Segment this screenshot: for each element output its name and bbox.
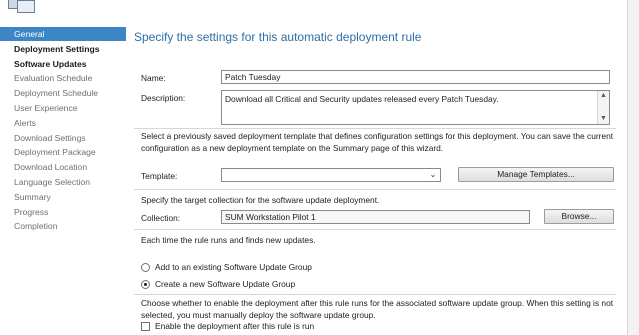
computers-icon	[6, 0, 36, 14]
radio-existing-group-label[interactable]: Add to an existing Software Update Group	[155, 262, 312, 272]
nav-item-alerts[interactable]: Alerts	[0, 116, 126, 130]
nav-item-general[interactable]: General	[0, 27, 126, 41]
nav-item-progress[interactable]: Progress	[0, 205, 126, 219]
enable-description: Choose whether to enable the deployment …	[141, 298, 614, 320]
enable-deployment-checkbox[interactable]	[141, 322, 150, 331]
rule-runs-text: Each time the rule runs and finds new up…	[141, 235, 316, 245]
name-label: Name:	[141, 73, 166, 83]
description-scrollbar[interactable]: ▲ ▼	[597, 91, 609, 124]
divider	[134, 128, 616, 129]
radio-existing-group[interactable]	[141, 263, 150, 272]
nav-item-completion[interactable]: Completion	[0, 219, 126, 233]
collection-description: Specify the target collection for the so…	[141, 195, 380, 205]
template-label: Template:	[141, 171, 178, 181]
template-dropdown[interactable]: ⌄	[221, 168, 441, 182]
chevron-down-icon[interactable]: ⌄	[428, 169, 438, 181]
divider	[134, 229, 616, 230]
manage-templates-button[interactable]: Manage Templates...	[458, 167, 614, 182]
nav-item-deployment-settings[interactable]: Deployment Settings	[0, 42, 126, 56]
radio-new-group-label[interactable]: Create a new Software Update Group	[155, 279, 295, 289]
nav-item-evaluation-schedule[interactable]: Evaluation Schedule	[0, 71, 126, 85]
nav-item-deployment-schedule[interactable]: Deployment Schedule	[0, 86, 126, 100]
wizard-nav: General Deployment Settings Software Updat…	[0, 27, 126, 335]
collection-field: SUM Workstation Pilot 1	[221, 210, 530, 224]
nav-item-download-location[interactable]: Download Location	[0, 160, 126, 174]
wizard-header	[0, 0, 639, 18]
template-selected-value	[222, 170, 225, 180]
scroll-down-icon[interactable]: ▼	[598, 114, 609, 124]
nav-item-user-experience[interactable]: User Experience	[0, 101, 126, 115]
window-scrollbar[interactable]	[627, 0, 639, 335]
nav-item-language-selection[interactable]: Language Selection	[0, 175, 126, 189]
description-text: Download all Critical and Security updat…	[225, 94, 499, 104]
enable-deployment-label[interactable]: Enable the deployment after this rule is…	[155, 321, 314, 331]
radio-new-group[interactable]	[141, 280, 150, 289]
page-title: Specify the settings for this automatic …	[134, 30, 422, 44]
name-input[interactable]: Patch Tuesday	[221, 70, 610, 84]
description-textarea[interactable]: Download all Critical and Security updat…	[221, 90, 610, 125]
nav-item-deployment-package[interactable]: Deployment Package	[0, 145, 126, 159]
browse-button[interactable]: Browse...	[544, 209, 614, 224]
divider	[134, 294, 616, 295]
nav-item-software-updates[interactable]: Software Updates	[0, 57, 126, 71]
description-label: Description:	[141, 93, 186, 103]
nav-item-summary[interactable]: Summary	[0, 190, 126, 204]
template-description: Select a previously saved deployment tem…	[141, 131, 614, 153]
nav-item-download-settings[interactable]: Download Settings	[0, 131, 126, 145]
scroll-up-icon[interactable]: ▲	[598, 91, 609, 101]
divider	[134, 189, 616, 190]
collection-label: Collection:	[141, 213, 181, 223]
